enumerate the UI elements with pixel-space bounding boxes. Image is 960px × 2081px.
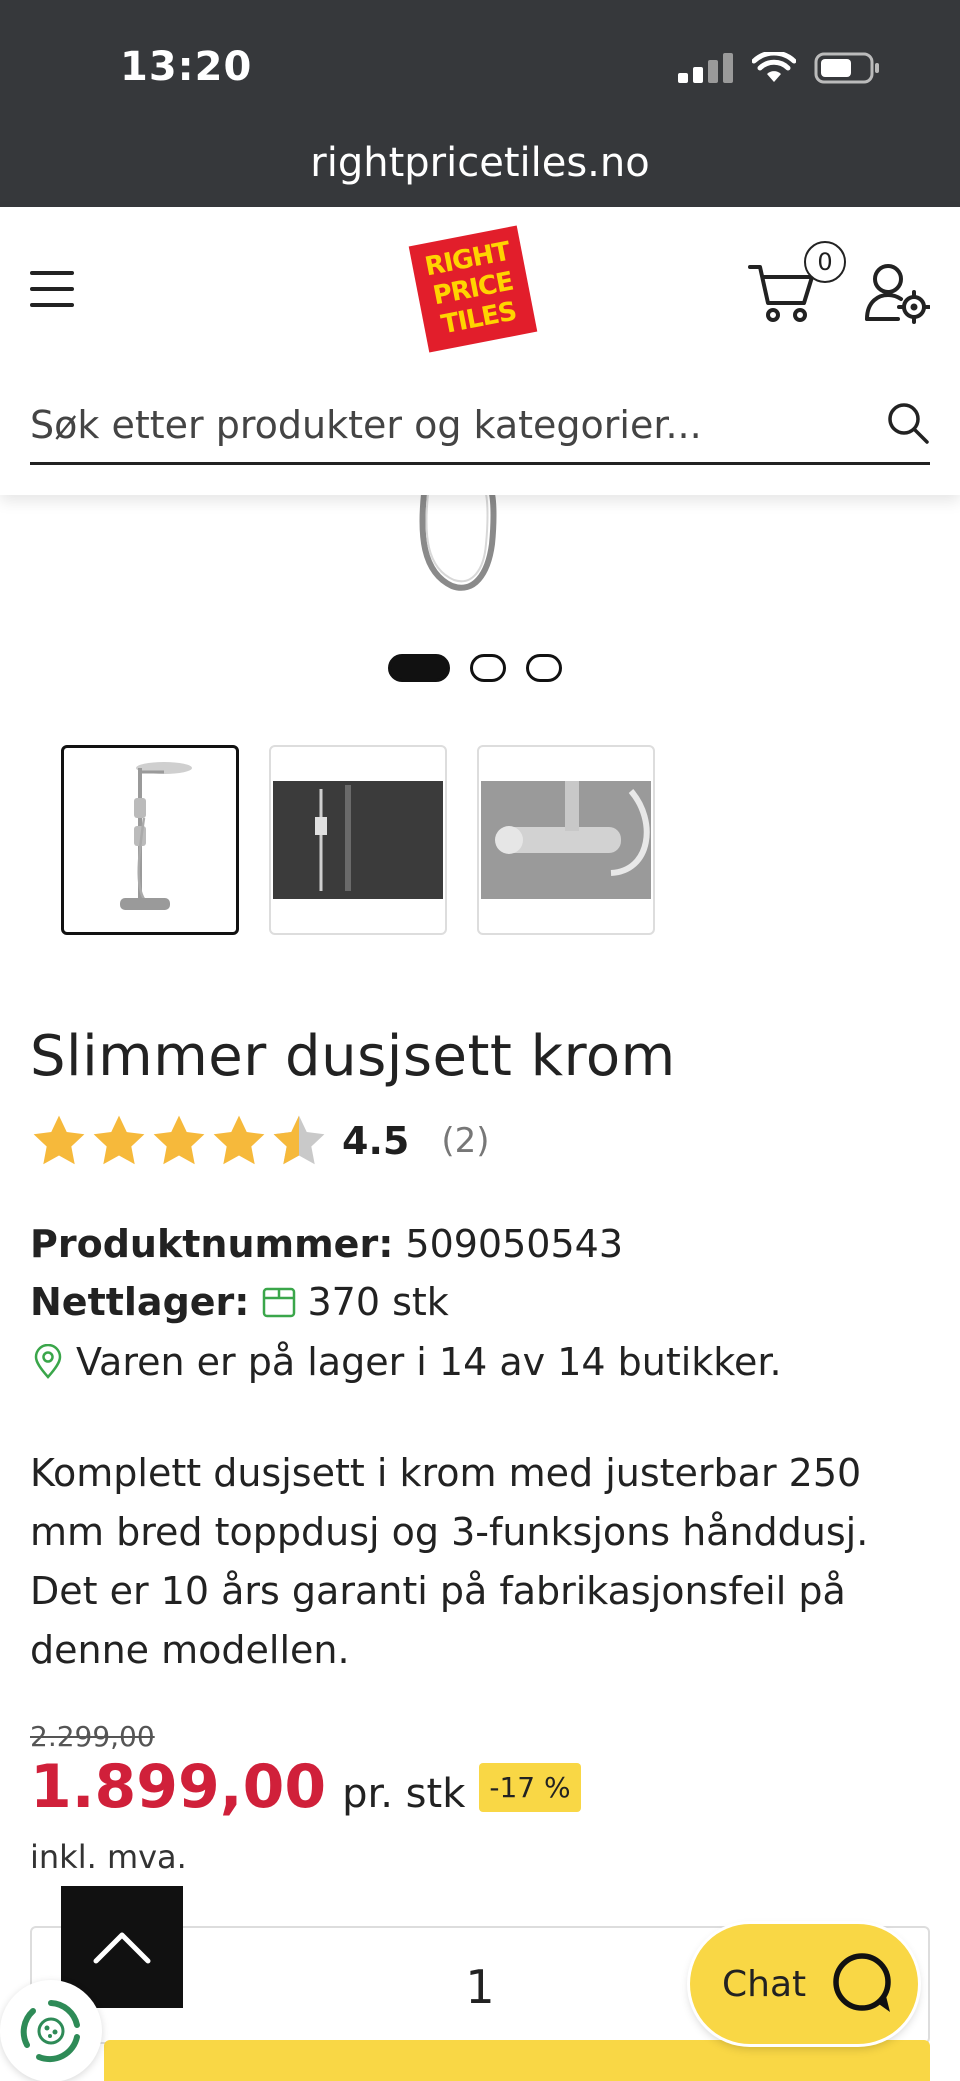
add-to-cart-button[interactable] (104, 2040, 930, 2081)
product-title: Slimmer dusjsett krom (30, 1024, 676, 1089)
store-availability-text: Varen er på lager i 14 av 14 butikker. (76, 1340, 782, 1384)
search-input[interactable] (30, 397, 850, 453)
thumbnail-1[interactable] (61, 745, 239, 935)
battery-icon (814, 52, 879, 84)
product-number-row: Produktnummer: 509050543 (30, 1222, 623, 1266)
chat-bubble-icon (833, 1953, 891, 2012)
rating-stars (30, 1112, 328, 1170)
stock-value: 370 stk (307, 1280, 449, 1324)
discount-badge: -17 % (479, 1762, 581, 1812)
site-logo[interactable]: RIGHT PRICE TILES (408, 225, 538, 353)
location-pin-icon (34, 1344, 62, 1379)
status-bar: 13:20 rightpricetiles.no (0, 0, 960, 207)
browser-url[interactable]: rightpricetiles.no (0, 140, 960, 186)
account-settings-icon[interactable] (864, 261, 930, 325)
thumbnail-2[interactable] (269, 745, 447, 935)
hamburger-icon-bar (30, 287, 74, 291)
price-row: 1.899,00 pr. stk -17 % (30, 1752, 581, 1822)
chevron-up-icon (93, 1932, 151, 1964)
recycle-widget-button[interactable] (0, 1980, 102, 2081)
star-half-icon (273, 1115, 325, 1165)
cart-icon (222, 2074, 282, 2081)
site-header: RIGHT PRICE TILES 0 (0, 207, 960, 495)
carousel-dot-2[interactable] (470, 654, 506, 682)
recycle-icon (20, 2000, 80, 2063)
wifi-icon (752, 52, 796, 82)
vat-note: inkl. mva. (30, 1838, 187, 1876)
star-full-icon (213, 1115, 265, 1165)
chat-button[interactable]: Chat (690, 1924, 918, 2044)
rating-value: 4.5 (342, 1119, 410, 1163)
store-availability-row[interactable]: Varen er på lager i 14 av 14 butikker. (30, 1340, 782, 1384)
stock-label: Nettlager: (30, 1280, 250, 1324)
shower-set-thumbnail-image (120, 762, 192, 910)
status-time: 13:20 (120, 44, 253, 90)
hamburger-icon-bar (30, 303, 74, 307)
product-rating[interactable]: 4.5 (2) (30, 1112, 490, 1170)
cellular-signal-icon (678, 53, 733, 83)
carousel-dots (388, 654, 562, 682)
stock-row: Nettlager: 370 stk (30, 1280, 449, 1324)
box-icon (263, 1287, 296, 1318)
rating-count[interactable]: (2) (441, 1121, 489, 1161)
hamburger-icon-bar (30, 271, 74, 275)
price-unit: pr. stk (342, 1771, 466, 1817)
product-number-value: 509050543 (405, 1222, 623, 1266)
carousel-dot-3[interactable] (526, 654, 562, 682)
shower-dark-thumbnail-image (315, 785, 351, 891)
product-description: Komplett dusjsett i krom med justerbar 2… (30, 1451, 869, 1672)
thumbnail-3[interactable] (477, 745, 655, 935)
product-number-label: Produktnummer: (30, 1222, 394, 1266)
star-full-icon (33, 1115, 85, 1165)
old-price: 2.299,00 (30, 1720, 155, 1753)
cart-count-badge: 0 (804, 241, 846, 283)
product-main-image[interactable] (416, 494, 506, 594)
chat-label: Chat (722, 1963, 807, 2005)
carousel-dot-1[interactable] (388, 654, 450, 682)
current-price: 1.899,00 (30, 1752, 327, 1822)
menu-button[interactable] (30, 269, 76, 309)
star-full-icon (153, 1115, 205, 1165)
star-full-icon (93, 1115, 145, 1165)
mixer-closeup-thumbnail-image (495, 781, 650, 876)
thumbnail-strip (61, 745, 655, 935)
search-bar (30, 387, 930, 465)
status-icons (678, 52, 880, 84)
search-icon[interactable] (886, 401, 930, 445)
